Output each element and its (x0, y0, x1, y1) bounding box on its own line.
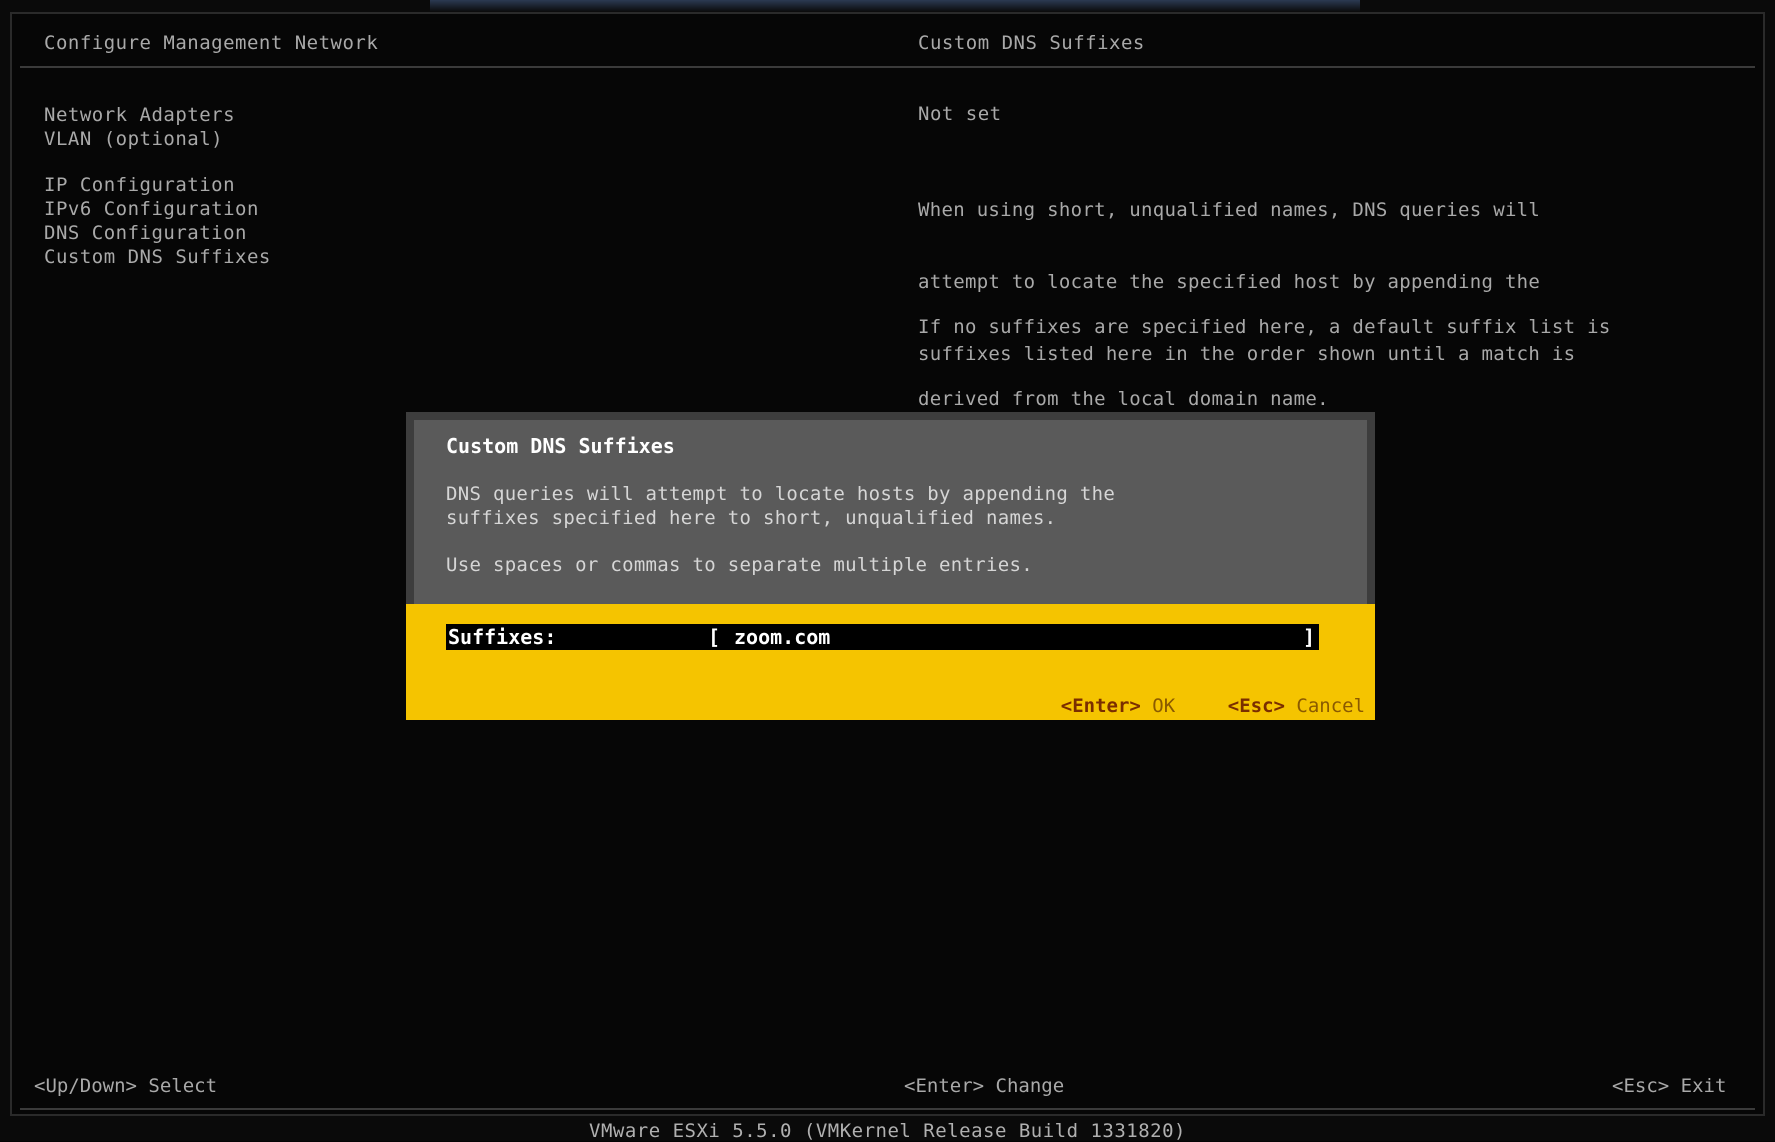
footer-exit-hint: <Esc> Exit (1612, 1075, 1727, 1097)
top-glow (430, 0, 1360, 12)
detail-p2-line: derived from the local domain name. (918, 388, 1329, 410)
field-close-bracket: ] (1302, 625, 1315, 649)
build-info: VMware ESXi 5.5.0 (VMKernel Release Buil… (589, 1120, 1186, 1142)
ok-label: OK (1152, 695, 1176, 717)
detail-value: Not set (918, 103, 1002, 125)
cancel-button[interactable]: <Esc> Cancel (1182, 673, 1365, 739)
cancel-key: <Esc> (1227, 695, 1285, 717)
menu-item-network-adapters[interactable]: Network Adapters (44, 103, 235, 127)
field-open-bracket: [ (708, 625, 721, 649)
footer-select-hint: <Up/Down> Select (34, 1075, 218, 1097)
suffixes-field[interactable]: Suffixes: [ zoom.com ] (446, 624, 1319, 650)
header-divider (20, 66, 1755, 68)
dialog-hint: Use spaces or commas to separate multipl… (446, 554, 1033, 576)
header-right-title: Custom DNS Suffixes (918, 32, 1145, 54)
dcui-screen: Configure Management Network Custom DNS … (0, 0, 1775, 1142)
dialog-description-line: suffixes specified here to short, unqual… (446, 507, 1057, 529)
cancel-label: Cancel (1296, 695, 1366, 717)
footer-divider (20, 1108, 1755, 1110)
menu-item-dns-configuration[interactable]: DNS Configuration (44, 221, 247, 245)
detail-p2-line: If no suffixes are specified here, a def… (918, 316, 1611, 338)
header-left-title: Configure Management Network (44, 32, 379, 54)
ok-key: <Enter> (1060, 695, 1141, 717)
suffixes-label: Suffixes: (448, 625, 557, 649)
detail-p1-line: When using short, unqualified names, DNS… (918, 199, 1541, 221)
menu-item-vlan[interactable]: VLAN (optional) (44, 127, 223, 151)
suffixes-input[interactable]: zoom.com (734, 625, 830, 649)
dialog-description-line: DNS queries will attempt to locate hosts… (446, 483, 1116, 505)
footer-change-hint: <Enter> Change (904, 1075, 1065, 1097)
menu-item-ipv6-configuration[interactable]: IPv6 Configuration (44, 197, 259, 221)
dialog-title: Custom DNS Suffixes (446, 434, 675, 458)
ok-button[interactable]: <Enter> OK (1015, 673, 1175, 739)
menu-item-custom-dns-suffixes[interactable]: Custom DNS Suffixes (44, 245, 271, 269)
menu-item-ip-configuration[interactable]: IP Configuration (44, 173, 235, 197)
